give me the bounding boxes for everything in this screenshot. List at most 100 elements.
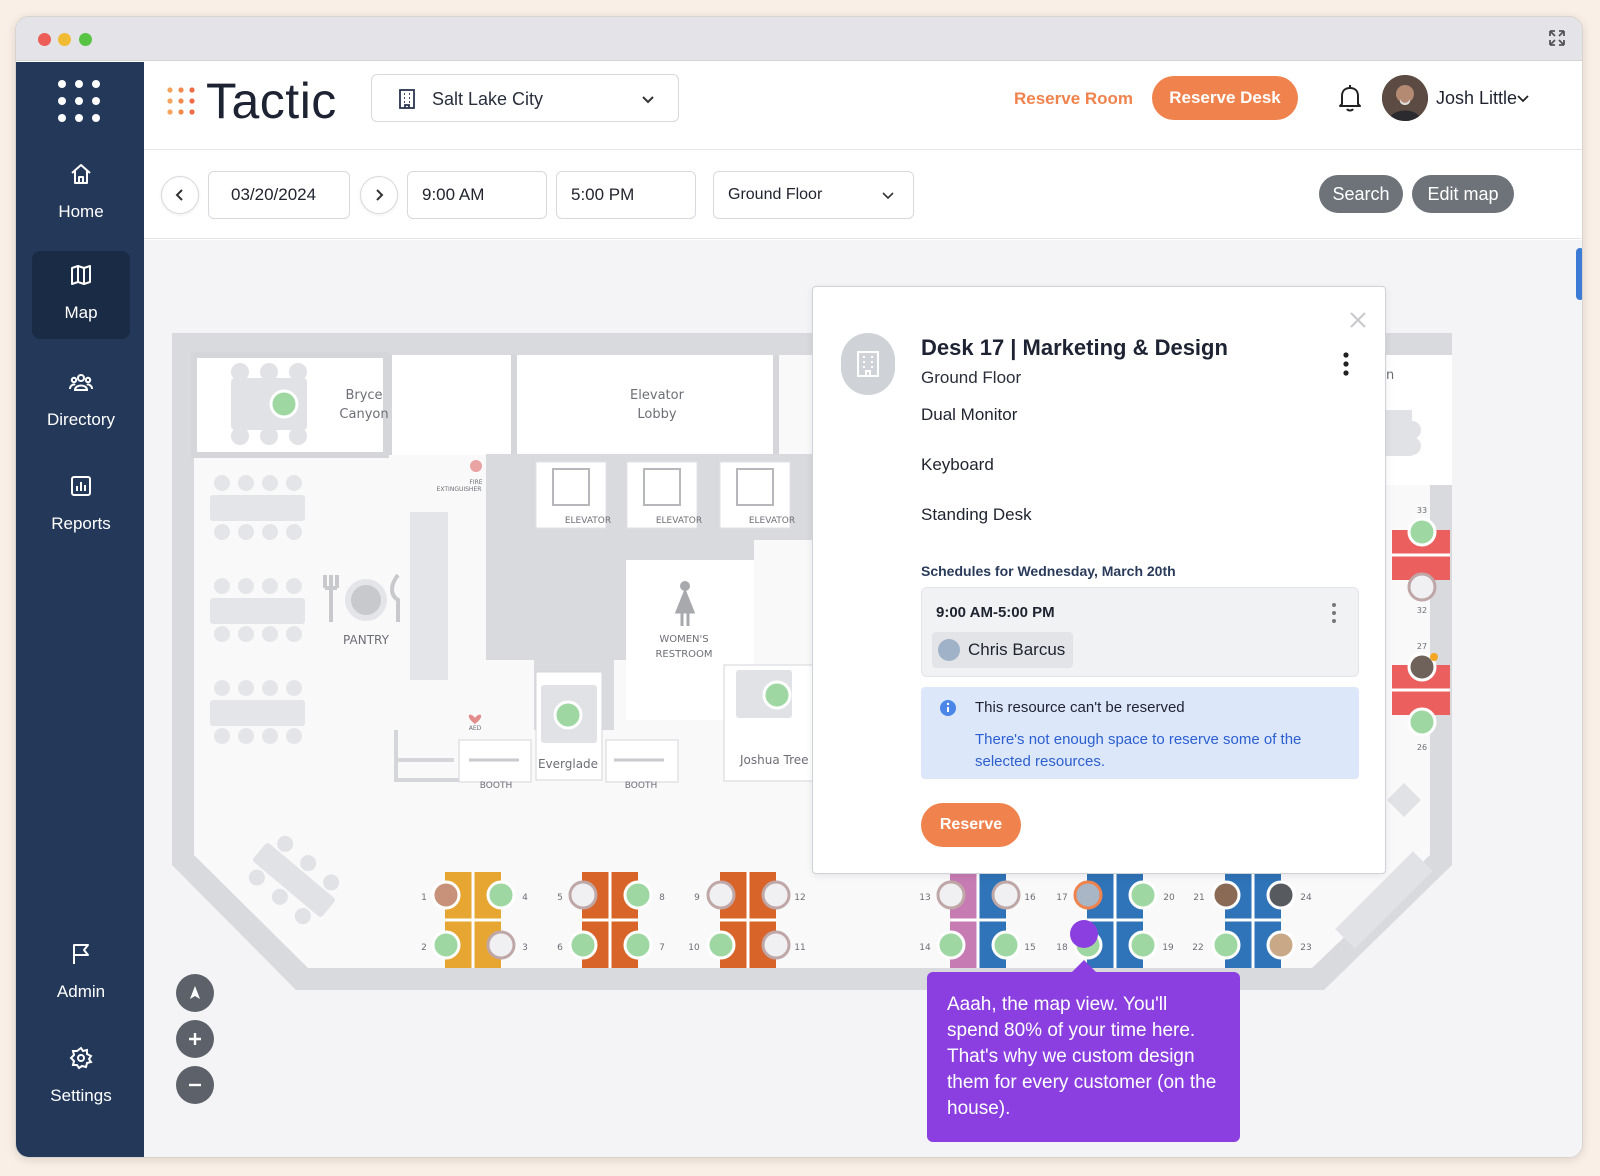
sidebar-item-map[interactable]: Map (32, 251, 130, 339)
reserve-button[interactable]: Reserve (921, 803, 1021, 847)
pantry-label: PANTRY (343, 633, 390, 647)
desk-number-1: 1 (421, 893, 427, 903)
zoom-out-button[interactable] (176, 1066, 214, 1104)
reserve-room-link[interactable]: Reserve Room (1014, 89, 1133, 109)
location-select[interactable]: Salt Lake City (371, 74, 679, 122)
desk-number-2: 2 (421, 943, 427, 953)
desk-number-23: 23 (1300, 943, 1311, 953)
compass-button[interactable] (176, 974, 214, 1012)
more-options-icon[interactable] (1341, 351, 1351, 377)
room-label-lobby-1: Elevator (630, 388, 685, 403)
desk-number-33: 33 (1417, 506, 1427, 515)
minimize-window-button[interactable] (58, 33, 71, 46)
desk-number-3: 3 (522, 943, 528, 953)
sidebar-item-settings[interactable]: Settings (32, 1034, 130, 1122)
schedule-heading: Schedules for Wednesday, March 20th (921, 563, 1176, 579)
minus-icon (189, 1083, 201, 1087)
desk-number-8: 8 (659, 893, 665, 903)
desk-number-11: 11 (794, 943, 805, 953)
info-message: This resource can't be reserved There's … (921, 687, 1359, 779)
desk-number-17: 17 (1056, 893, 1067, 903)
fullscreen-icon[interactable] (1548, 29, 1566, 47)
building-icon (857, 351, 879, 377)
edit-map-button[interactable]: Edit map (1412, 175, 1514, 213)
avatar (938, 639, 960, 661)
sidebar-item-admin[interactable]: Admin (32, 930, 130, 1018)
hotspot-marker[interactable] (1070, 920, 1098, 948)
fire-label-1: FIRE (469, 479, 482, 486)
desk-number-4: 4 (522, 893, 528, 903)
close-icon[interactable] (1349, 311, 1367, 329)
room-label-lobby-2: Lobby (637, 407, 676, 422)
maximize-window-button[interactable] (79, 33, 92, 46)
feature-item: Keyboard (921, 455, 994, 474)
date-field[interactable]: 03/20/2024 (208, 171, 350, 219)
sidebar-item-label: Reports (51, 514, 111, 533)
previous-date-button[interactable] (161, 176, 199, 214)
user-name[interactable]: Josh Little (1436, 88, 1517, 109)
desk-number-12: 12 (794, 893, 805, 903)
app-window: Home Map Directory Reports Admin Setting… (15, 16, 1583, 1158)
chevron-down-icon (882, 192, 894, 200)
location-value: Salt Lake City (432, 89, 544, 109)
user-photo (1382, 75, 1428, 121)
elevator-label-1: ELEVATOR (565, 516, 611, 526)
brand-name: Tactic (206, 73, 337, 129)
room-label-joshua: Joshua Tree (739, 753, 809, 767)
chart-icon (71, 476, 91, 496)
desk-number-32: 32 (1417, 606, 1427, 615)
flag-icon (73, 944, 89, 964)
map-icon (71, 265, 91, 285)
end-time-field[interactable]: 5:00 PM (556, 171, 696, 219)
chevron-down-icon[interactable] (1516, 91, 1530, 105)
sidebar-item-label: Map (64, 303, 98, 322)
filter-toolbar: 03/20/2024 9:00 AM 5:00 PM Ground Floor … (144, 151, 1582, 239)
sidebar-item-reports[interactable]: Reports (32, 462, 130, 550)
desk-number-22: 22 (1192, 943, 1203, 953)
desk-number-26: 26 (1417, 743, 1427, 752)
avatar[interactable] (1382, 75, 1428, 121)
close-window-button[interactable] (38, 33, 51, 46)
reserve-desk-button[interactable]: Reserve Desk (1152, 76, 1298, 120)
start-time-field[interactable]: 9:00 AM (407, 171, 547, 219)
sidebar-item-directory[interactable]: Directory (32, 358, 130, 446)
desk-number-24: 24 (1300, 893, 1312, 903)
desk-number-18: 18 (1056, 943, 1068, 953)
search-button[interactable]: Search (1319, 175, 1403, 213)
resource-icon (841, 333, 895, 395)
more-options-icon[interactable] (1330, 602, 1338, 624)
fire-label-2: EXTINGUISHER (437, 486, 482, 493)
feature-item: Dual Monitor (921, 405, 1018, 424)
app-logo-icon[interactable] (54, 76, 104, 126)
zoom-in-button[interactable] (176, 1020, 214, 1058)
info-title: This resource can't be reserved (975, 699, 1185, 716)
elevator-label-2: ELEVATOR (656, 516, 702, 526)
next-date-button[interactable] (360, 176, 398, 214)
room-label-everglade: Everglade (538, 757, 598, 771)
sidebar-item-home[interactable]: Home (32, 150, 130, 238)
room-label-bryce-2: Canyon (339, 407, 388, 422)
desk-number-14: 14 (919, 943, 931, 953)
schedule-time: 9:00 AM-5:00 PM (936, 604, 1055, 621)
desk-number-16: 16 (1024, 893, 1036, 903)
elevator-label-3: ELEVATOR (749, 516, 795, 526)
desk-number-5: 5 (557, 893, 563, 903)
feature-item: Standing Desk (921, 505, 1032, 524)
sidebar-item-label: Settings (50, 1086, 112, 1105)
desk-number-10: 10 (688, 943, 700, 953)
title-bar (16, 17, 1582, 61)
person-chip[interactable]: Chris Barcus (932, 632, 1074, 668)
desk-number-27: 27 (1417, 642, 1427, 651)
sidebar-item-label: Home (58, 202, 104, 221)
room-label-bryce-1: Bryce (345, 388, 382, 403)
booth-label-1: BOOTH (480, 781, 512, 791)
floor-select[interactable]: Ground Floor (713, 171, 914, 219)
room-label-partial: n (1386, 368, 1394, 383)
floor-map[interactable]: Bryce Canyon Elevator Lobby ELEVATOR ELE… (144, 240, 1582, 1157)
scrollbar[interactable] (1576, 248, 1582, 300)
chevron-left-icon (175, 189, 183, 201)
desk-number-20: 20 (1163, 893, 1175, 903)
info-body: There's not enough space to reserve some… (975, 731, 1302, 770)
chevron-down-icon (642, 96, 654, 104)
bell-icon[interactable] (1336, 83, 1364, 113)
